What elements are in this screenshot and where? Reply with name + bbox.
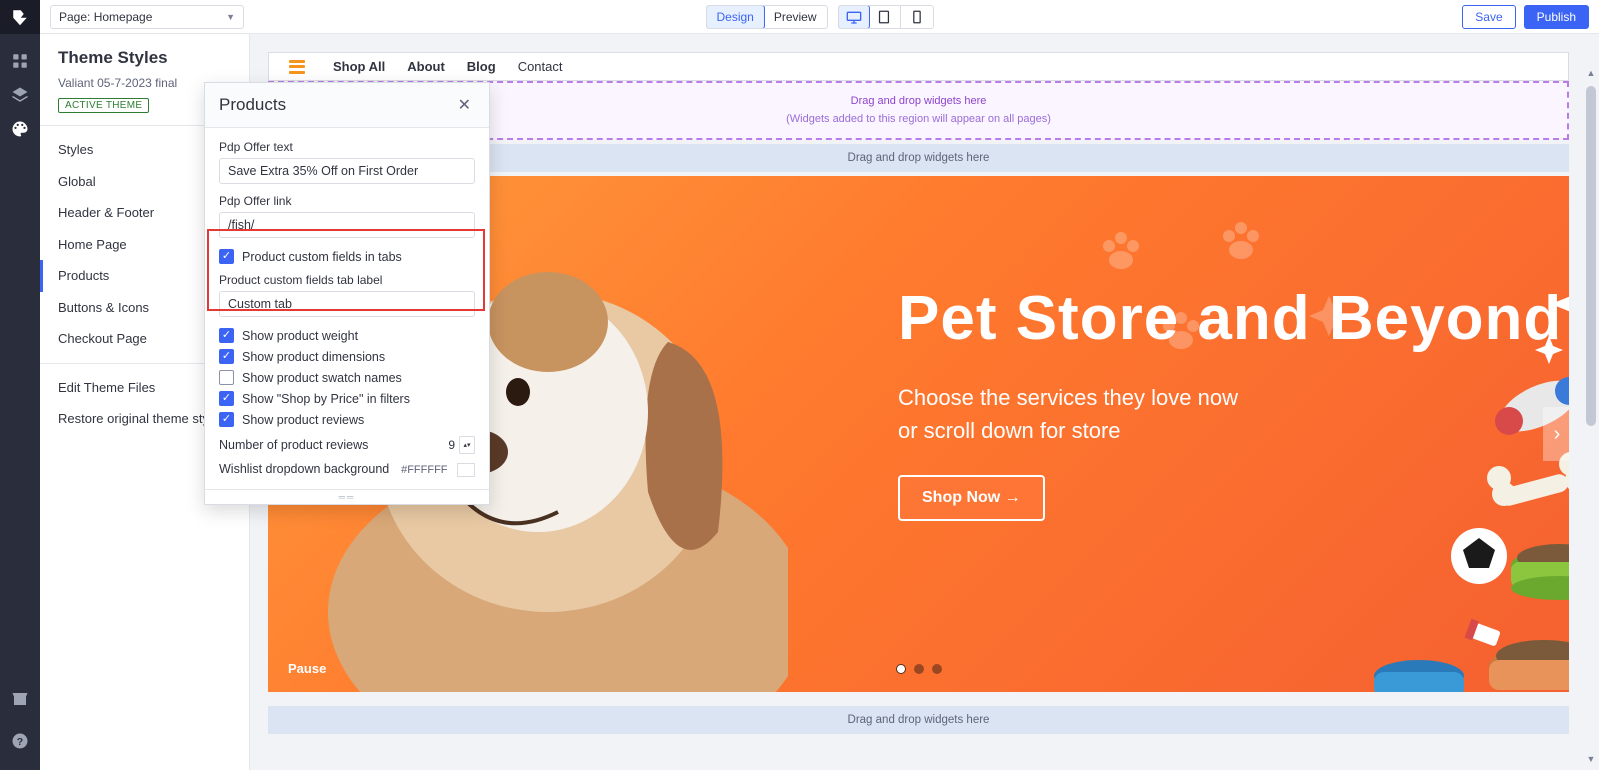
panel-resize-handle[interactable]: ══: [205, 489, 489, 504]
pdp-offer-link-label: Pdp Offer link: [219, 194, 475, 208]
top-bar: Page: Homepage ▼ Design Preview Save Pub…: [40, 0, 1599, 34]
carousel-pause-button[interactable]: Pause: [288, 661, 326, 676]
custom-fields-tab-label-label: Product custom fields tab label: [219, 273, 475, 287]
shop-now-button[interactable]: Shop Now →: [898, 475, 1045, 521]
show-dimensions-checkbox[interactable]: [219, 349, 234, 364]
show-reviews-checkbox[interactable]: [219, 412, 234, 427]
save-button[interactable]: Save: [1462, 5, 1515, 29]
mobile-device-button[interactable]: [901, 6, 933, 28]
page-selector-dropdown[interactable]: Page: Homepage ▼: [50, 5, 244, 29]
show-swatch-checkbox[interactable]: [219, 370, 234, 385]
scroll-up-arrow[interactable]: ▲: [1583, 68, 1599, 84]
icon-rail: ?: [0, 0, 40, 770]
num-reviews-stepper[interactable]: ▴▾: [459, 436, 475, 454]
nav-link-about[interactable]: About: [407, 59, 445, 74]
hero-text-block: Pet Store and Beyond Choose the services…: [898, 286, 1562, 521]
num-reviews-value: 9: [431, 438, 455, 452]
preview-mode-button[interactable]: Preview: [764, 6, 827, 28]
wishlist-bg-label: Wishlist dropdown background: [219, 462, 389, 476]
nav-link-contact[interactable]: Contact: [518, 59, 563, 74]
publish-button[interactable]: Publish: [1524, 5, 1589, 29]
pdp-offer-link-input[interactable]: [219, 212, 475, 238]
shop-by-price-checkbox[interactable]: [219, 391, 234, 406]
nav-link-blog[interactable]: Blog: [467, 59, 496, 74]
active-theme-badge: ACTIVE THEME: [58, 98, 149, 113]
site-nav: Shop All About Blog Contact: [268, 52, 1569, 81]
products-settings-panel: Products ✕ Pdp Offer text Pdp Offer link…: [204, 82, 490, 505]
svg-text:?: ?: [17, 736, 23, 748]
show-weight-checkbox[interactable]: [219, 328, 234, 343]
chevron-down-icon: ▼: [226, 12, 235, 22]
wishlist-bg-value: #FFFFFF: [401, 464, 447, 476]
show-dimensions-label: Show product dimensions: [242, 350, 385, 364]
scroll-down-arrow[interactable]: ▼: [1583, 754, 1599, 770]
panel-header: Products ✕: [205, 83, 489, 128]
page-selector-label: Page: Homepage: [59, 10, 152, 24]
num-reviews-label: Number of product reviews: [219, 438, 368, 452]
wishlist-bg-swatch[interactable]: [457, 463, 475, 477]
carousel-next-arrow[interactable]: ›: [1543, 407, 1569, 461]
carousel-dot-3[interactable]: [932, 664, 942, 674]
layers-icon[interactable]: [0, 78, 40, 112]
nav-link-shop-all[interactable]: Shop All: [333, 59, 385, 74]
carousel-dot-1[interactable]: [896, 664, 906, 674]
pdp-offer-text-label: Pdp Offer text: [219, 140, 475, 154]
close-icon[interactable]: ✕: [454, 93, 475, 117]
show-reviews-label: Show product reviews: [242, 413, 364, 427]
carousel-dot-2[interactable]: [914, 664, 924, 674]
show-swatch-label: Show product swatch names: [242, 371, 402, 385]
scrollbar-thumb[interactable]: [1586, 86, 1596, 426]
theme-styles-icon[interactable]: [0, 112, 40, 146]
store-icon[interactable]: [0, 682, 40, 716]
widgets-icon[interactable]: [0, 44, 40, 78]
hamburger-icon[interactable]: [289, 60, 305, 74]
carousel-dots: [896, 664, 942, 674]
hero-title: Pet Store and Beyond: [898, 286, 1562, 353]
shop-by-price-label: Show "Shop by Price" in filters: [242, 392, 410, 406]
custom-fields-tabs-checkbox[interactable]: [219, 249, 234, 264]
mode-switch: Design Preview: [705, 5, 827, 29]
desktop-device-button[interactable]: [838, 5, 870, 29]
hero-subtitle: Choose the services they love now or scr…: [898, 381, 1258, 447]
panel-title: Products: [219, 95, 286, 115]
show-weight-label: Show product weight: [242, 329, 358, 343]
pdp-offer-text-input[interactable]: [219, 158, 475, 184]
brand-logo[interactable]: [0, 0, 40, 34]
help-icon[interactable]: ?: [0, 724, 40, 758]
custom-fields-tabs-label: Product custom fields in tabs: [242, 250, 402, 264]
design-mode-button[interactable]: Design: [705, 5, 764, 29]
theme-styles-title: Theme Styles: [58, 48, 231, 68]
widget-drop-bar-bottom[interactable]: Drag and drop widgets here: [268, 706, 1569, 734]
custom-fields-tab-label-input[interactable]: [219, 291, 475, 317]
device-switch: [838, 5, 934, 29]
canvas-scrollbar[interactable]: ▲ ▼: [1583, 68, 1599, 770]
tablet-device-button[interactable]: [869, 6, 901, 28]
